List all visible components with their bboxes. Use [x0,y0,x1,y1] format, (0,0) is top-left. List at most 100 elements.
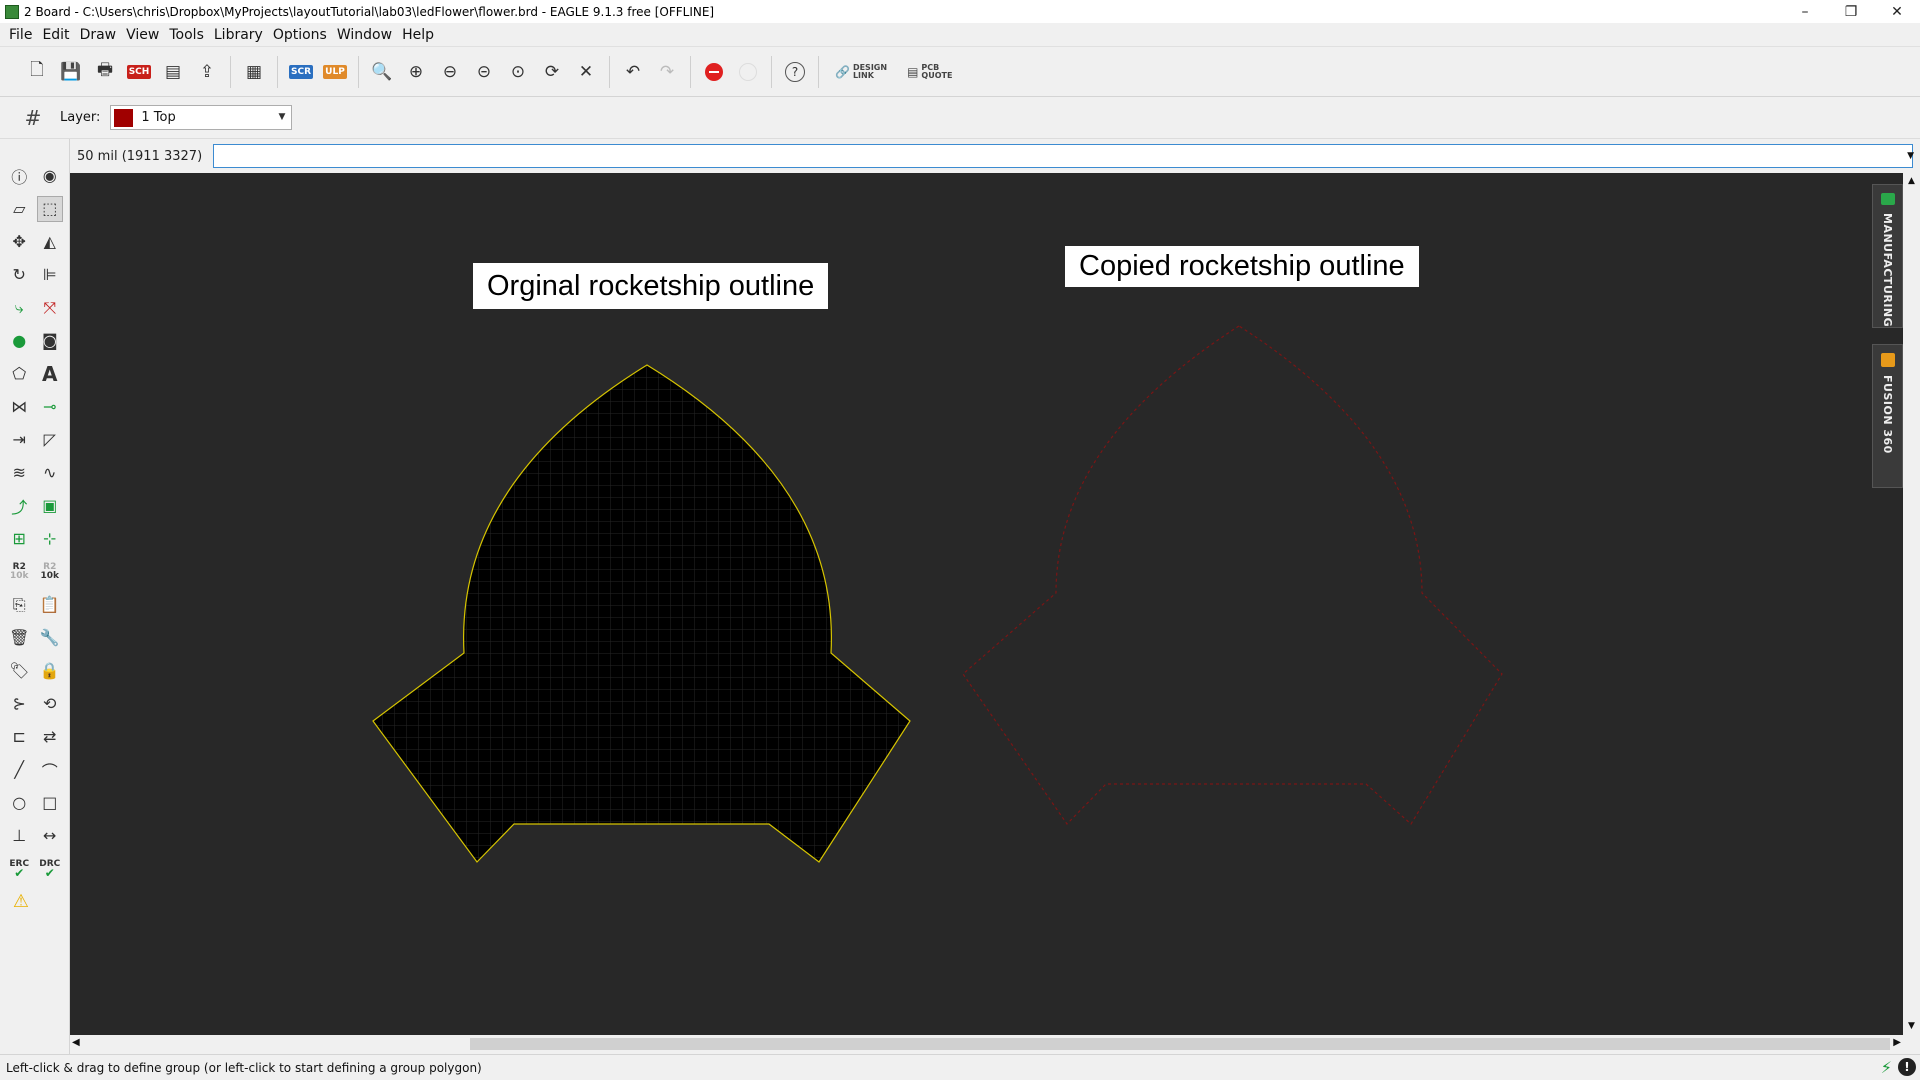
minimize-button[interactable]: – [1782,0,1828,23]
text-icon[interactable]: A [37,361,63,387]
command-input[interactable] [213,144,1913,168]
design-link-button[interactable]: 🔗 DESIGN LINK [835,63,887,80]
stop-icon[interactable] [699,57,729,87]
chevron-down-icon: ▼ [278,112,286,122]
ratsnest-board-icon[interactable]: ▣ [37,493,63,519]
slice-icon[interactable]: ⇄ [37,724,63,750]
script-button[interactable]: SCR [286,57,316,87]
draw-line-icon[interactable]: ◸ [37,427,63,453]
scroll-left-icon[interactable]: ◀ [72,1037,80,1048]
dimension-icon[interactable]: ↔ [37,823,63,849]
menu-library[interactable]: Library [209,27,268,43]
menu-window[interactable]: Window [332,27,397,43]
optimize-icon[interactable]: ⟲ [37,691,63,717]
export-icon[interactable]: ⇪ [192,57,222,87]
delete-icon[interactable]: 🗑 [6,625,32,651]
coordinate-readout: 50 mil (1911 3327) [77,148,203,164]
board-canvas[interactable]: Orginal rocketship outline Copied rocket… [70,173,1903,1035]
zoom-in-icon[interactable]: ⊕ [401,57,431,87]
rotate-icon[interactable]: ↻ [6,262,32,288]
horizontal-scroll-thumb[interactable] [470,1038,1890,1050]
help-button[interactable]: ? [780,57,810,87]
zoom-select-icon[interactable]: ⊙ [503,57,533,87]
menu-edit[interactable]: Edit [37,27,74,43]
scroll-down-icon[interactable]: ▼ [1903,1018,1920,1035]
ulp-button[interactable]: ULP [320,57,350,87]
wave-icon[interactable]: ∿ [37,460,63,486]
menu-file[interactable]: File [4,27,37,43]
wire-icon[interactable]: ⊸ [37,394,63,420]
undo-icon[interactable]: ↶ [618,57,648,87]
autoroute-icon[interactable]: ⤴ [6,493,32,519]
fusion-360-tab[interactable]: FUSION 360 [1872,344,1903,488]
original-rocketship-outline[interactable] [360,353,930,873]
horizontal-scrollbar[interactable]: ◀ ▶ [70,1035,1903,1054]
menu-draw[interactable]: Draw [75,27,122,43]
lightning-icon[interactable]: ⚡ [1881,1058,1892,1077]
command-history-chevron-icon[interactable]: ▼ [1907,151,1914,161]
redo-icon[interactable]: ↷ [652,57,682,87]
info-icon[interactable]: ⓘ [6,163,32,189]
go-icon[interactable] [733,57,763,87]
line-icon[interactable]: ╱ [6,757,32,783]
close-button[interactable]: ✕ [1874,0,1920,23]
redraw-icon[interactable]: ⟳ [537,57,567,87]
via-icon[interactable]: ● [6,328,32,354]
new-file-icon[interactable]: 🗋 [22,57,52,87]
circle-icon[interactable]: ○ [6,790,32,816]
mirror-icon[interactable]: ◭ [37,229,63,255]
pinswap-icon[interactable]: ⇥ [6,427,32,453]
layer-settings-icon[interactable]: ▱ [6,196,32,222]
library-icon[interactable]: ▦ [239,57,269,87]
menu-tools[interactable]: Tools [164,27,209,43]
manufacturing-tab[interactable]: MANUFACTURING [1872,184,1903,328]
warning-icon[interactable]: ⚠ [8,889,34,915]
show-eye-icon[interactable]: ◉ [37,163,63,189]
erc-button[interactable]: ERC ✔ [6,856,32,882]
split-icon[interactable]: ⊱ [6,691,32,717]
attribute-tag-icon[interactable]: 🏷 [6,658,32,684]
save-icon[interactable]: 💾 [56,57,86,87]
move-icon[interactable]: ✥ [6,229,32,255]
ripup-icon[interactable]: ⤧ [37,295,63,321]
cam-processor-icon[interactable]: ▤ [158,57,188,87]
copy-icon[interactable]: ⎘ [6,592,32,618]
restore-button[interactable]: ❐ [1828,0,1874,23]
mark-icon[interactable]: ⊥ [6,823,32,849]
layer-select[interactable]: 1 Top ▼ [110,105,293,130]
lock-icon[interactable]: 🔒 [37,658,63,684]
meander-icon[interactable]: ≋ [6,460,32,486]
zoom-out-icon[interactable]: ⊖ [435,57,465,87]
polygon-icon[interactable]: ⬠ [6,361,32,387]
align-icon[interactable]: ⊫ [37,262,63,288]
ratsnest-icon[interactable]: ✕ [571,57,601,87]
value-icon[interactable]: R2 10k [37,559,63,585]
hole-icon[interactable]: ◙ [37,328,63,354]
smash-icon[interactable]: ⊏ [6,724,32,750]
route-icon[interactable]: ⤷ [6,295,32,321]
zoom-previous-icon[interactable]: ⊝ [469,57,499,87]
alert-icon[interactable]: ! [1898,1058,1916,1076]
pcb-quote-button[interactable]: ▤ PCB QUOTE [907,63,952,80]
menu-help[interactable]: Help [397,27,439,43]
add-part-icon[interactable]: ⊞ [6,526,32,552]
rectangle-icon[interactable]: □ [37,790,63,816]
menu-view[interactable]: View [121,27,164,43]
copied-rocketship-outline[interactable] [962,325,1503,825]
schematic-button[interactable]: SCH [124,57,154,87]
wrench-icon[interactable]: 🔧 [37,625,63,651]
grid-icon[interactable]: # [18,103,48,133]
scroll-right-icon[interactable]: ▶ [1893,1037,1901,1048]
signal-icon[interactable]: ⋈ [6,394,32,420]
arc-icon[interactable]: ⌒ [37,757,63,783]
vertical-scrollbar[interactable]: ▲ ▼ [1903,173,1920,1035]
replace-icon[interactable]: ⊹ [37,526,63,552]
menu-options[interactable]: Options [268,27,332,43]
zoom-fit-icon[interactable]: 🔍 [367,57,397,87]
print-icon[interactable]: 🖶 [90,57,120,87]
paste-icon[interactable]: 📋 [37,592,63,618]
name-icon[interactable]: R2 10k [6,559,32,585]
scroll-up-icon[interactable]: ▲ [1903,173,1920,190]
group-select-icon[interactable]: ⬚ [36,195,63,222]
drc-button[interactable]: DRC ✔ [37,856,63,882]
